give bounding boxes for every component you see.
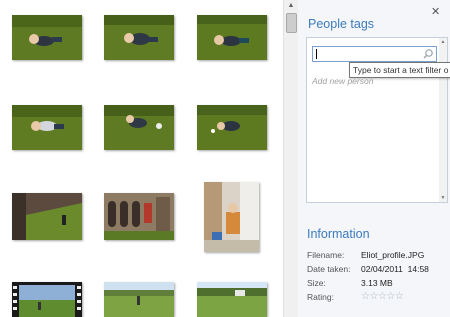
- photo-thumbnail[interactable]: [197, 282, 267, 317]
- info-label: Date taken:: [307, 264, 351, 274]
- photo-thumbnail[interactable]: [104, 193, 174, 240]
- video-thumbnail[interactable]: [12, 282, 82, 317]
- info-label: Size:: [307, 278, 326, 288]
- scroll-down-icon[interactable]: ▼: [439, 195, 447, 201]
- star-icon[interactable]: ☆: [386, 291, 395, 302]
- search-icon[interactable]: [422, 48, 434, 60]
- details-pane: ✕ People tags Add new person ▲ ▼ Informa…: [298, 0, 450, 317]
- people-search-input[interactable]: [312, 46, 437, 62]
- information-title: Information: [307, 227, 370, 241]
- photo-thumbnail[interactable]: [12, 15, 82, 60]
- rating-stars[interactable]: ☆☆☆☆☆: [361, 291, 404, 302]
- info-row-filename: Filename: Eliot_profile.JPG: [307, 250, 449, 262]
- photo-thumbnail[interactable]: [12, 105, 82, 150]
- info-row-date-taken: Date taken: 02/04/2011 14:58: [307, 264, 449, 276]
- close-icon[interactable]: ✕: [431, 5, 440, 18]
- photo-thumbnail[interactable]: [104, 282, 174, 317]
- scroll-up-icon[interactable]: ▲: [439, 39, 447, 45]
- scrollbar-thumb[interactable]: [286, 13, 297, 33]
- gallery-scrollbar[interactable]: ▲: [283, 0, 298, 317]
- people-tags-title: People tags: [308, 17, 375, 31]
- photo-thumbnail[interactable]: [197, 105, 267, 150]
- photo-gallery: [0, 0, 283, 317]
- photo-thumbnail[interactable]: [104, 105, 174, 150]
- photo-thumbnail[interactable]: [204, 182, 259, 252]
- scroll-up-icon[interactable]: ▲: [284, 0, 298, 12]
- text-caret: [316, 49, 317, 59]
- date-taken-value: 02/04/2011 14:58: [361, 264, 429, 274]
- star-icon[interactable]: ☆: [395, 291, 404, 302]
- photo-thumbnail[interactable]: [12, 193, 82, 240]
- search-tooltip: Type to start a text filter o: [349, 62, 450, 78]
- info-label: Filename:: [307, 250, 345, 260]
- photo-thumbnail[interactable]: [104, 15, 174, 60]
- star-icon[interactable]: ☆: [369, 291, 378, 302]
- info-label: Rating:: [307, 292, 334, 302]
- size-value: 3.13 MB: [361, 278, 393, 288]
- filename-value: Eliot_profile.JPG: [361, 250, 425, 260]
- photo-thumbnail[interactable]: [197, 15, 267, 60]
- info-row-rating: Rating: ☆☆☆☆☆: [307, 291, 449, 304]
- info-row-size: Size: 3.13 MB: [307, 278, 449, 290]
